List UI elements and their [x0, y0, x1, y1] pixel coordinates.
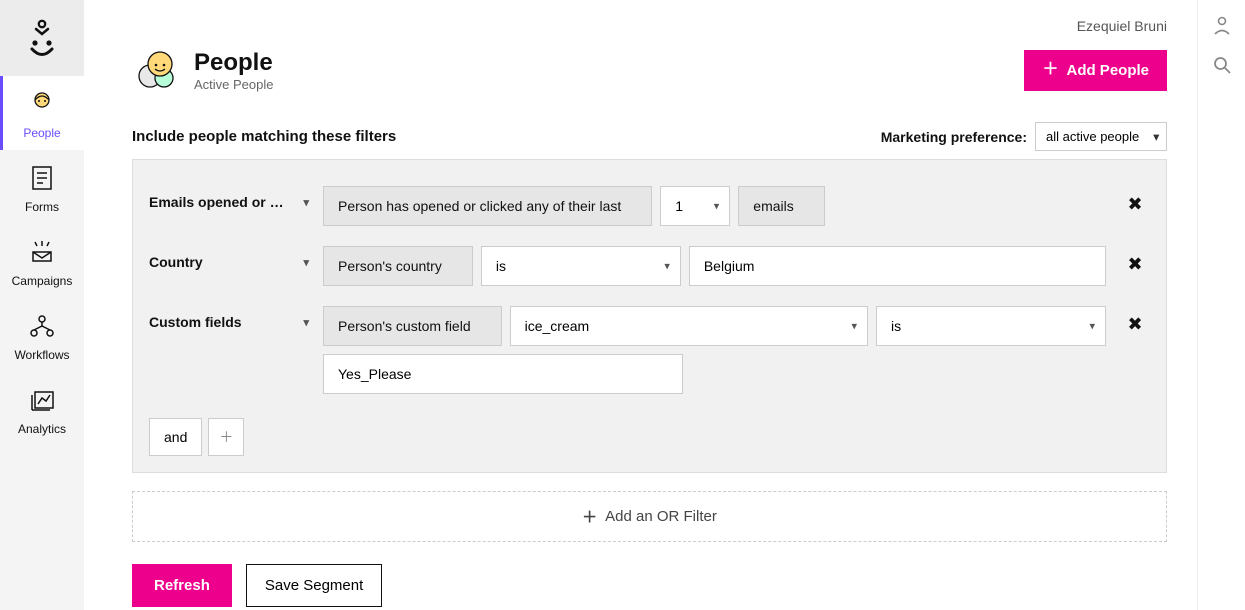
chevron-down-icon: ▾ — [303, 196, 309, 209]
sidebar-item-label: Campaigns — [12, 274, 73, 288]
forms-icon — [26, 162, 58, 194]
filters-heading: Include people matching these filters — [132, 128, 396, 145]
filter-count-select[interactable]: 1 — [660, 186, 730, 226]
filter-row-custom-field: Custom fields ▾ Person's custom field ic… — [149, 296, 1150, 404]
remove-filter-button[interactable]: ✖ — [1120, 186, 1150, 215]
add-and-filter-button[interactable]: ＋ — [208, 418, 244, 456]
custom-field-select[interactable]: ice_cream — [510, 306, 868, 346]
filter-unit: emails — [738, 186, 824, 226]
app-logo[interactable] — [0, 0, 84, 76]
workflows-icon — [26, 310, 58, 342]
add-or-filter-button[interactable]: ＋ Add an OR Filter — [132, 491, 1167, 542]
remove-filter-button[interactable]: ✖ — [1120, 306, 1150, 335]
sidebar-item-label: Workflows — [14, 348, 69, 362]
sidebar-item-label: Forms — [25, 200, 59, 214]
filter-attribute: Person's country — [323, 246, 473, 286]
plus-icon: ＋ — [1042, 62, 1058, 78]
add-people-label: Add People — [1066, 62, 1149, 79]
save-segment-button[interactable]: Save Segment — [246, 564, 382, 607]
filter-value-input[interactable]: Belgium — [689, 246, 1106, 286]
filter-operator-select[interactable]: is — [481, 246, 681, 286]
filter-operator-select[interactable]: is — [876, 306, 1106, 346]
filter-group: Emails opened or cli… ▾ Person has opene… — [132, 159, 1167, 473]
sidebar-item-label: People — [23, 126, 60, 140]
analytics-icon — [26, 384, 58, 416]
profile-icon[interactable] — [1211, 14, 1233, 36]
main-content: Ezequiel Bruni People Active People — [84, 0, 1197, 610]
sidebar-item-campaigns[interactable]: Campaigns — [0, 224, 84, 298]
sidebar: People Forms Campaigns Workflows Analyti… — [0, 0, 84, 610]
campaigns-icon — [26, 236, 58, 268]
sidebar-item-forms[interactable]: Forms — [0, 150, 84, 224]
sidebar-item-people[interactable]: People — [0, 76, 84, 150]
filter-type-select[interactable]: Custom fields ▾ — [149, 306, 309, 330]
people-icon — [26, 88, 58, 120]
sidebar-item-analytics[interactable]: Analytics — [0, 372, 84, 446]
filter-row-emails: Emails opened or cli… ▾ Person has opene… — [149, 176, 1150, 236]
marketing-pref-select[interactable]: all active people — [1035, 122, 1167, 151]
plus-icon: ＋ — [582, 506, 597, 527]
current-user-name[interactable]: Ezequiel Bruni — [1077, 18, 1167, 34]
remove-filter-button[interactable]: ✖ — [1120, 246, 1150, 275]
search-icon[interactable] — [1211, 54, 1233, 76]
and-filter-button[interactable]: and — [149, 418, 202, 456]
sidebar-item-label: Analytics — [18, 422, 66, 436]
filter-type-select[interactable]: Country ▾ — [149, 246, 309, 270]
chevron-down-icon: ▾ — [303, 316, 309, 329]
sidebar-item-workflows[interactable]: Workflows — [0, 298, 84, 372]
filter-value-input[interactable]: Yes_Please — [323, 354, 683, 394]
people-header-icon — [132, 46, 180, 94]
chevron-down-icon: ▾ — [303, 256, 309, 269]
add-people-button[interactable]: ＋ Add People — [1024, 50, 1167, 91]
filter-attribute: Person's custom field — [323, 306, 502, 346]
filter-row-country: Country ▾ Person's country is Belgium ✖ — [149, 236, 1150, 296]
right-rail — [1197, 0, 1245, 610]
filter-type-select[interactable]: Emails opened or cli… ▾ — [149, 186, 309, 210]
refresh-button[interactable]: Refresh — [132, 564, 232, 607]
marketing-pref-label: Marketing preference: — [881, 129, 1027, 145]
filter-description: Person has opened or clicked any of thei… — [323, 186, 652, 226]
page-subtitle: Active People — [194, 77, 274, 92]
page-title: People — [194, 49, 274, 77]
